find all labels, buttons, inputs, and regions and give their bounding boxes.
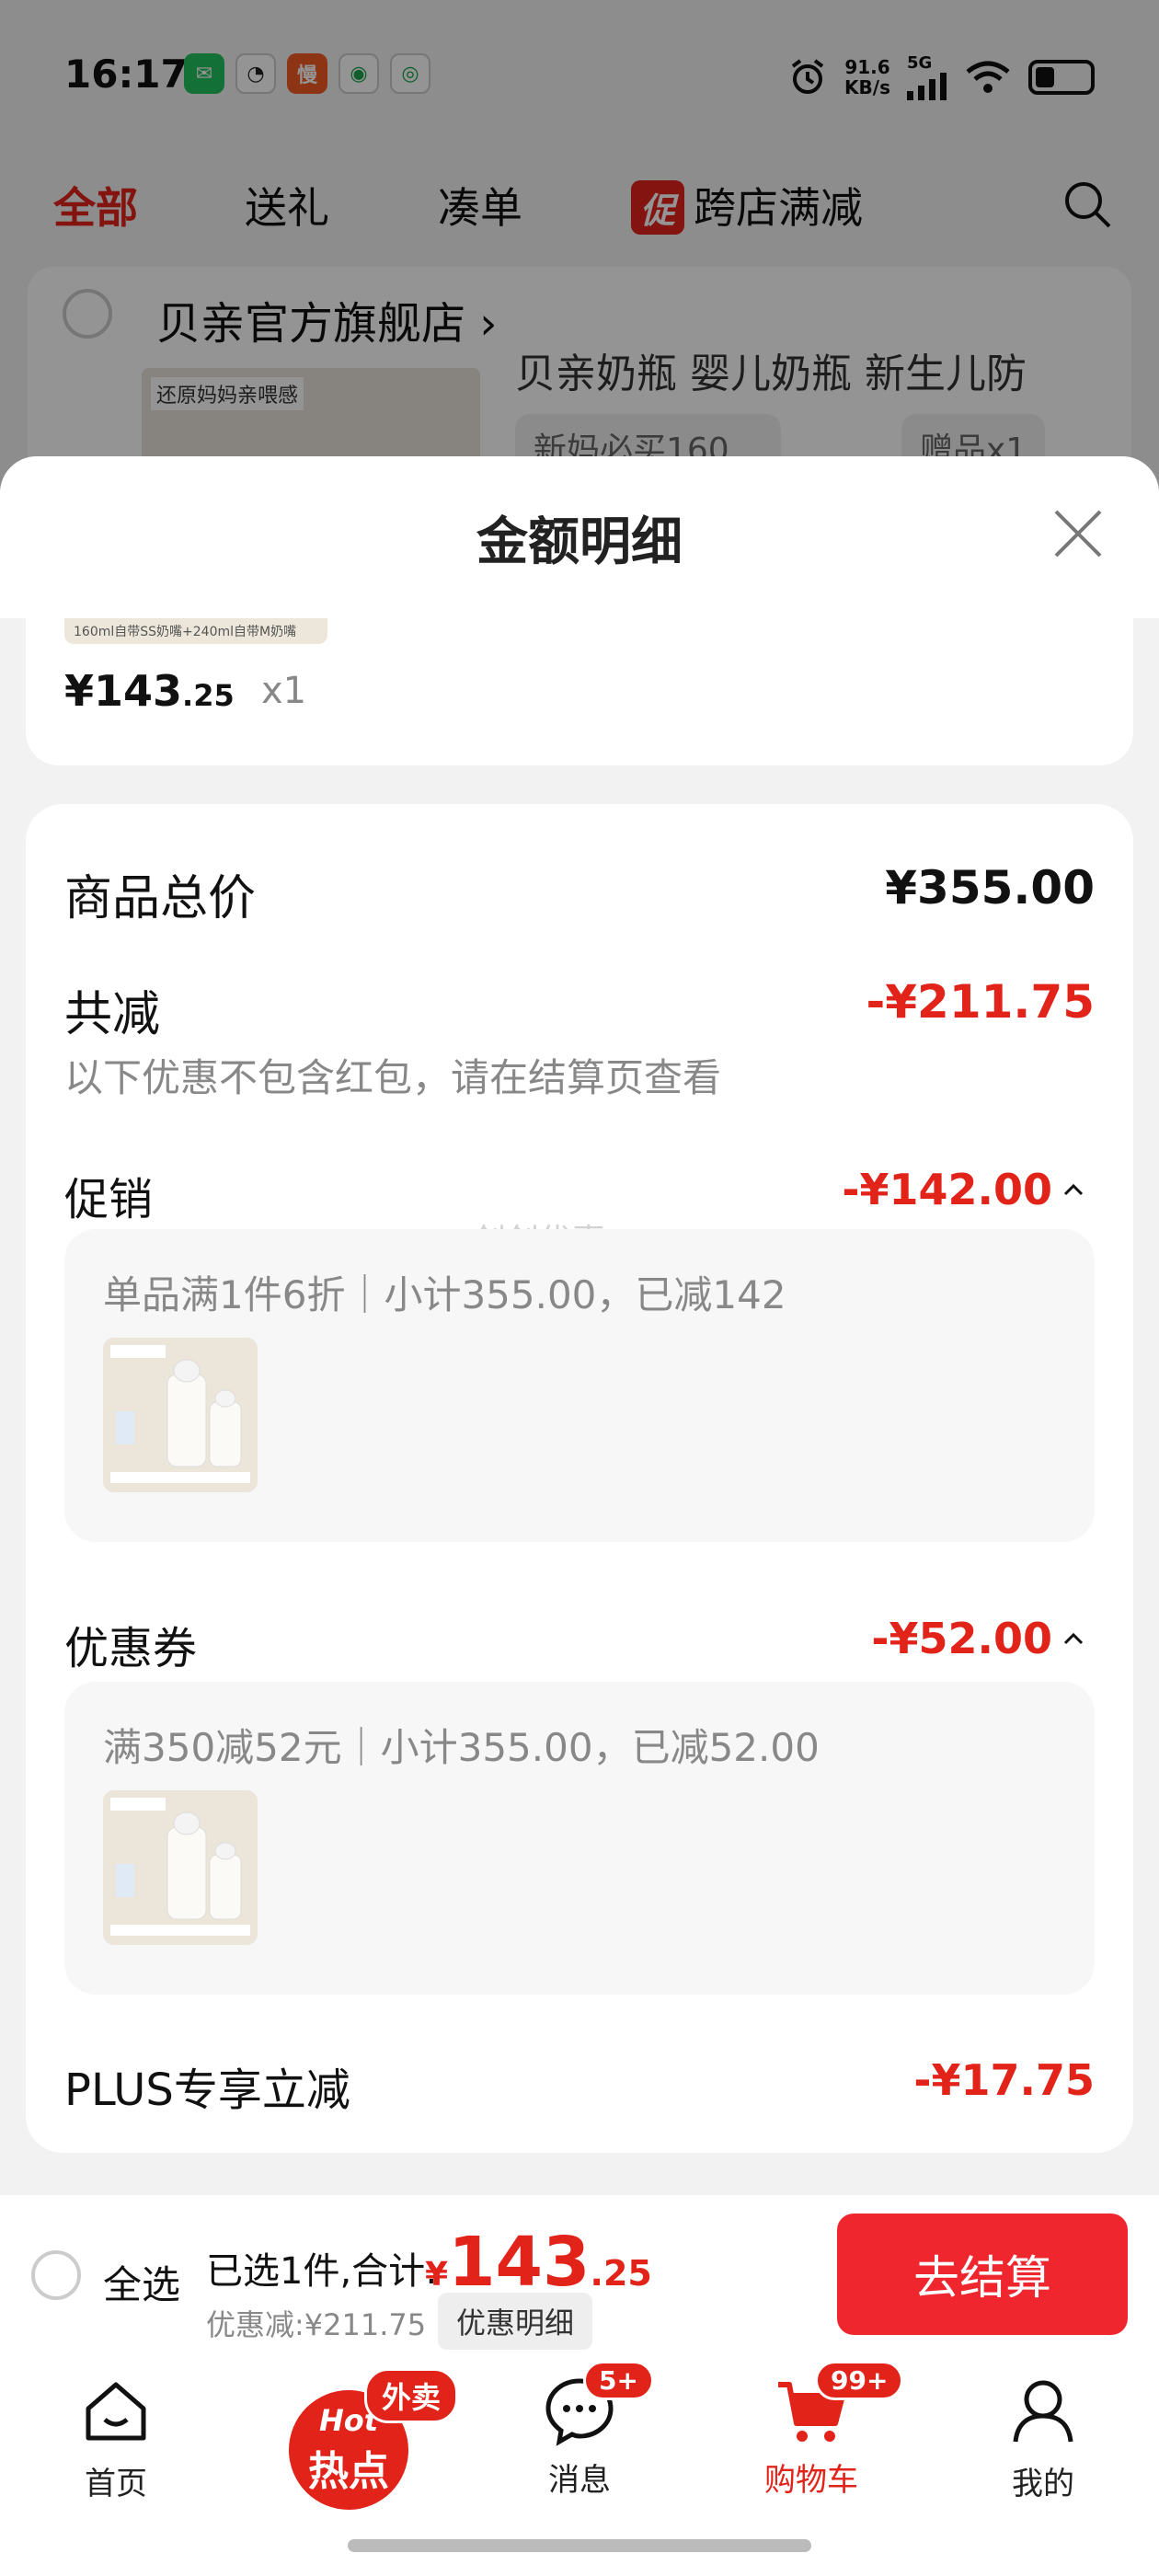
reduction-note: 以下优惠不包含红包，请在结算页查看 [64, 1055, 722, 1100]
total-price-label: 商品总价 [64, 871, 257, 926]
promotion-value-toggle[interactable]: -¥142.00 [842, 1165, 1085, 1214]
plus-discount-value: -¥17.75 [913, 2055, 1095, 2105]
select-all-radio[interactable] [31, 2250, 81, 2300]
coupon-label: 优惠券 [64, 1623, 198, 1674]
chevron-up-icon [1063, 1183, 1084, 1196]
sheet-title: 金额明细 [476, 512, 683, 572]
discount-detail-button[interactable]: 优惠明细 [438, 2293, 593, 2350]
price-breakdown-card: 商品总价 ¥355.00 共减 -¥211.75 以下优惠不包含红包，请在结算页… [26, 804, 1133, 2153]
item-thumb-strip: 160ml自带SS奶嘴+240ml自带M奶嘴 [64, 618, 327, 644]
promotion-value: -¥142.00 [842, 1165, 1052, 1214]
baby-bottle-image [103, 1790, 258, 1945]
promotion-detail-box: 单品满1件6折｜小计355.00，已减142 [64, 1229, 1095, 1542]
messages-badge: 5+ [583, 2361, 654, 2400]
sheet-header: 金额明细 [0, 456, 1159, 618]
nav-home-label: 首页 [85, 2466, 147, 2502]
select-all-label[interactable]: 全选 [103, 2254, 180, 2310]
price-decimal: .25 [590, 2253, 652, 2294]
item-price-main: ¥143 [64, 666, 183, 716]
nav-messages[interactable]: 5+ 消息 [506, 2361, 654, 2500]
coupon-detail-text: 满350减52元｜小计355.00，已减52.00 [103, 1725, 820, 1770]
nav-home[interactable]: 首页 [42, 2374, 189, 2503]
nav-cart-label: 购物车 [764, 2462, 858, 2499]
total-reduction-value: -¥211.75 [866, 975, 1096, 1029]
item-quantity: x1 [261, 670, 307, 712]
nav-cart[interactable]: 99+ 购物车 [738, 2361, 904, 2500]
coupon-detail-box: 满350减52元｜小计355.00，已减52.00 [64, 1682, 1095, 1995]
price-integer: 143 [448, 2223, 591, 2302]
coupon-product-thumb [103, 1790, 258, 1945]
chevron-up-icon [1063, 1632, 1084, 1645]
home-indicator[interactable] [348, 2539, 811, 2552]
total-reduction-label: 共减 [64, 987, 161, 1042]
cart-icon-wrap: 99+ [775, 2361, 904, 2447]
home-icon [86, 2382, 146, 2441]
promotion-label: 促销 [64, 1174, 154, 1225]
checkout-button[interactable]: 去结算 [837, 2214, 1128, 2335]
close-icon[interactable] [1049, 504, 1107, 563]
nav-profile-label: 我的 [1012, 2466, 1074, 2502]
checkout-total-price: ¥143.25 [425, 2223, 652, 2302]
checkout-discount-text: 优惠减:¥211.75 [206, 2307, 427, 2342]
item-price: ¥143.25 [64, 666, 235, 716]
message-icon-wrap: 5+ [543, 2361, 654, 2447]
item-price-dec: .25 [182, 678, 235, 713]
profile-icon [1013, 2380, 1073, 2443]
promotion-product-thumb [103, 1338, 258, 1492]
checkout-bar: 全选 已选1件,合计: ¥143.25 优惠减:¥211.75 优惠明细 去结算 [0, 2195, 1159, 2357]
cart-badge: 99+ [815, 2361, 904, 2400]
coupon-value: -¥52.00 [871, 1614, 1052, 1663]
plus-discount-label: PLUS专享立减 [64, 2064, 350, 2116]
baby-bottle-image [103, 1338, 258, 1492]
promotion-detail-text: 单品满1件6折｜小计355.00，已减142 [103, 1272, 786, 1317]
takeout-badge: 外卖 [364, 2368, 459, 2423]
total-price-value: ¥355.00 [885, 861, 1095, 914]
sheet-item-card: 160ml自带SS奶嘴+240ml自带M奶嘴 ¥143.25 x1 [26, 618, 1133, 765]
nav-messages-label: 消息 [548, 2462, 611, 2499]
selected-count-text: 已选1件,合计: [206, 2250, 438, 2293]
coupon-value-toggle[interactable]: -¥52.00 [871, 1614, 1085, 1663]
hot-label: 热点 [308, 2448, 389, 2495]
nav-profile[interactable]: 我的 [970, 2374, 1117, 2503]
currency-symbol: ¥ [425, 2256, 449, 2294]
